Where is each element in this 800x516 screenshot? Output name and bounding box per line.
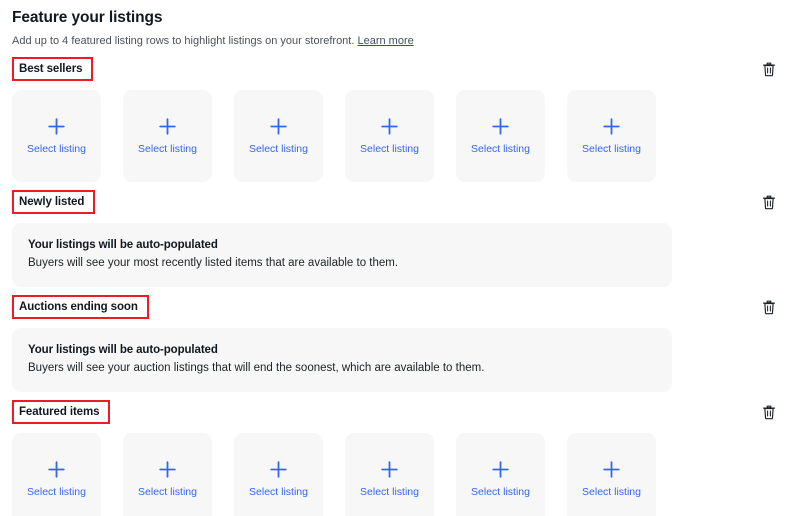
section-title-wrap: Auctions ending soon	[12, 295, 149, 319]
plus-icon	[269, 117, 288, 136]
plus-icon	[269, 460, 288, 479]
select-listing-card[interactable]: Select listing	[345, 433, 434, 516]
select-listing-label: Select listing	[138, 143, 197, 155]
listing-card-row-best-sellers: Select listing Select listing Select lis…	[12, 90, 788, 182]
select-listing-card[interactable]: Select listing	[234, 433, 323, 516]
delete-row-button-featured-items[interactable]	[758, 401, 780, 423]
select-listing-card[interactable]: Select listing	[456, 90, 545, 182]
section-title-wrap: Newly listed	[12, 190, 96, 214]
select-listing-label: Select listing	[471, 143, 530, 155]
annotation-box: Newly listed	[12, 190, 96, 214]
select-listing-label: Select listing	[360, 486, 419, 498]
info-panel-title: Your listings will be auto-populated	[28, 344, 218, 356]
section-header: Featured items	[12, 400, 788, 424]
select-listing-card[interactable]: Select listing	[12, 433, 101, 516]
trash-icon	[762, 62, 776, 77]
plus-icon	[602, 117, 621, 136]
select-listing-label: Select listing	[27, 143, 86, 155]
select-listing-card[interactable]: Select listing	[123, 433, 212, 516]
trash-icon	[762, 300, 776, 315]
auto-populated-info-panel: Your listings will be auto-populated Buy…	[12, 328, 672, 392]
annotation-box: Auctions ending soon	[12, 295, 149, 319]
feature-listings-page: Feature your listings Add up to 4 featur…	[0, 0, 800, 516]
select-listing-label: Select listing	[249, 486, 308, 498]
annotation-box: Best sellers	[12, 57, 94, 81]
trash-icon	[762, 195, 776, 210]
listing-card-row-featured-items: Select listing Select listing Select lis…	[12, 433, 788, 516]
page-title: Feature your listings	[12, 9, 163, 26]
select-listing-label: Select listing	[582, 486, 641, 498]
learn-more-link[interactable]: Learn more	[357, 35, 413, 47]
section-title-featured-items: Featured items	[19, 406, 100, 418]
select-listing-card[interactable]: Select listing	[234, 90, 323, 182]
section-title-auctions-ending-soon: Auctions ending soon	[19, 301, 138, 313]
section-title-newly-listed: Newly listed	[19, 196, 85, 208]
select-listing-card[interactable]: Select listing	[345, 90, 434, 182]
plus-icon	[491, 460, 510, 479]
section-newly-listed: Newly listed Your listings will be auto-…	[12, 190, 788, 287]
section-auctions-ending-soon: Auctions ending soon Your listings will …	[12, 295, 788, 392]
select-listing-card[interactable]: Select listing	[123, 90, 212, 182]
plus-icon	[380, 460, 399, 479]
select-listing-card[interactable]: Select listing	[567, 433, 656, 516]
delete-row-button-best-sellers[interactable]	[758, 58, 780, 80]
section-best-sellers: Best sellers Select listing Select listi…	[12, 57, 788, 182]
section-header: Best sellers	[12, 57, 788, 81]
select-listing-label: Select listing	[249, 143, 308, 155]
page-subtitle-text: Add up to 4 featured listing rows to hig…	[12, 35, 355, 47]
select-listing-card[interactable]: Select listing	[567, 90, 656, 182]
annotation-box: Featured items	[12, 400, 111, 424]
select-listing-card[interactable]: Select listing	[12, 90, 101, 182]
delete-row-button-newly-listed[interactable]	[758, 191, 780, 213]
info-panel-text: Buyers will see your auction listings th…	[28, 362, 485, 374]
plus-icon	[491, 117, 510, 136]
select-listing-label: Select listing	[360, 143, 419, 155]
section-title-best-sellers: Best sellers	[19, 63, 83, 75]
select-listing-card[interactable]: Select listing	[456, 433, 545, 516]
section-title-wrap: Best sellers	[12, 57, 94, 81]
section-featured-items: Featured items Select listing Select lis…	[12, 400, 788, 516]
section-header: Newly listed	[12, 190, 788, 214]
section-header: Auctions ending soon	[12, 295, 788, 319]
auto-populated-info-panel: Your listings will be auto-populated Buy…	[12, 223, 672, 287]
select-listing-label: Select listing	[582, 143, 641, 155]
info-panel-title: Your listings will be auto-populated	[28, 239, 218, 251]
delete-row-button-auctions-ending-soon[interactable]	[758, 296, 780, 318]
trash-icon	[762, 405, 776, 420]
plus-icon	[47, 117, 66, 136]
plus-icon	[47, 460, 66, 479]
select-listing-label: Select listing	[471, 486, 530, 498]
plus-icon	[158, 460, 177, 479]
select-listing-label: Select listing	[27, 486, 86, 498]
plus-icon	[380, 117, 399, 136]
plus-icon	[602, 460, 621, 479]
page-subtitle: Add up to 4 featured listing rows to hig…	[12, 34, 788, 49]
section-title-wrap: Featured items	[12, 400, 111, 424]
plus-icon	[158, 117, 177, 136]
info-panel-text: Buyers will see your most recently liste…	[28, 257, 399, 269]
select-listing-label: Select listing	[138, 486, 197, 498]
